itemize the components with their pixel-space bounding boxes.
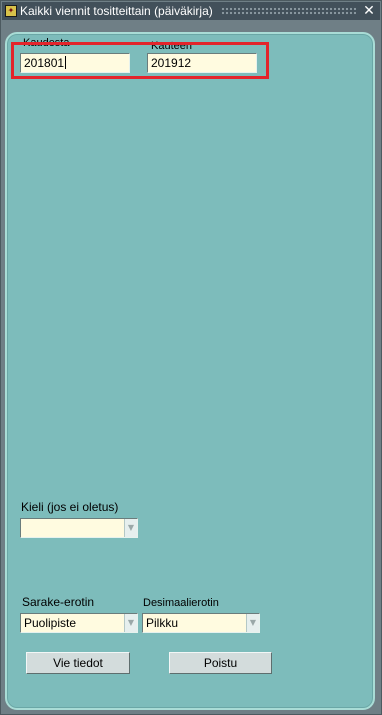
decimal-separator-value: Pilkku bbox=[146, 616, 179, 630]
column-separator-select[interactable]: Puolipiste ▼ bbox=[20, 613, 138, 633]
period-to-value: 201912 bbox=[151, 56, 192, 70]
app-window: ✦ Kaikki viennit tositteittain (päiväkir… bbox=[0, 0, 382, 715]
close-icon[interactable]: ✕ bbox=[362, 4, 376, 18]
window-title: Kaikki viennit tositteittain (päiväkirja… bbox=[20, 4, 213, 18]
language-select[interactable]: ▼ bbox=[20, 518, 138, 538]
text-caret bbox=[65, 56, 67, 69]
export-button[interactable]: Vie tiedot bbox=[26, 652, 130, 674]
chevron-down-icon[interactable]: ▼ bbox=[124, 519, 137, 537]
period-to-input[interactable]: 201912 bbox=[147, 53, 257, 73]
period-from-input[interactable]: 201801 bbox=[20, 53, 130, 73]
period-from-value: 201801 bbox=[24, 56, 65, 70]
chevron-down-icon[interactable]: ▼ bbox=[246, 614, 259, 632]
app-icon: ✦ bbox=[5, 5, 17, 17]
decimal-separator-label: Desimaalierotin bbox=[143, 597, 219, 609]
title-bar[interactable]: ✦ Kaikki viennit tositteittain (päiväkir… bbox=[2, 2, 380, 20]
exit-button[interactable]: Poistu bbox=[169, 652, 272, 674]
column-separator-value: Puolipiste bbox=[24, 616, 77, 630]
period-to-label: Kauteen bbox=[151, 40, 192, 52]
chevron-down-icon[interactable]: ▼ bbox=[124, 614, 137, 632]
title-grip bbox=[220, 7, 356, 15]
period-from-label: Kaudesta bbox=[23, 37, 70, 49]
language-label: Kieli (jos ei oletus) bbox=[21, 500, 119, 514]
decimal-separator-select[interactable]: Pilkku ▼ bbox=[142, 613, 260, 633]
column-separator-label: Sarake-erotin bbox=[22, 595, 95, 609]
